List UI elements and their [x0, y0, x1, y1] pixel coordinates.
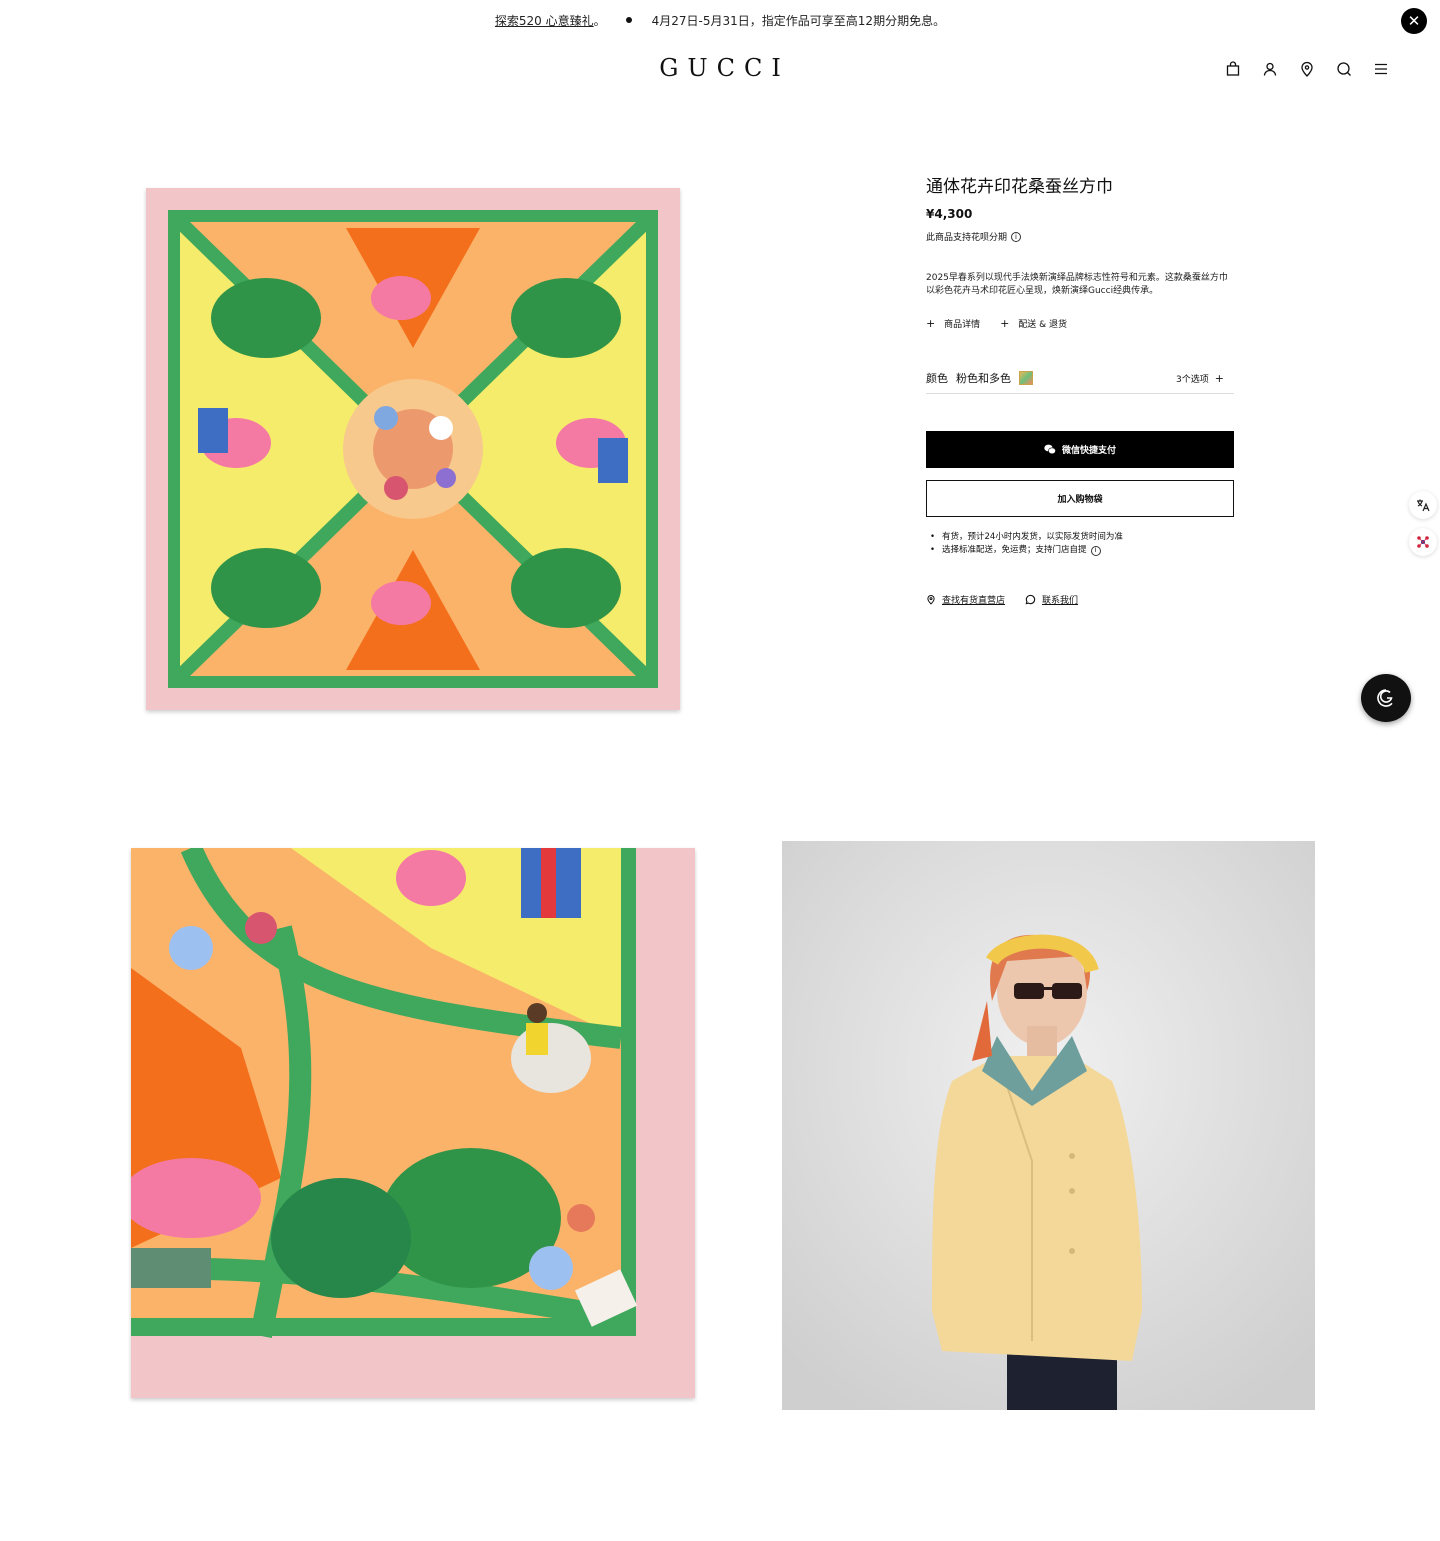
plus-icon: + — [1000, 317, 1010, 330]
promo-separator-dot — [625, 17, 632, 23]
ai-assistant-icon[interactable] — [1409, 528, 1437, 556]
model-illustration — [782, 841, 1315, 1410]
installment-text: 此商品支持花呗分期 — [926, 233, 1008, 243]
wechat-pay-button[interactable]: 微信快捷支付 — [926, 431, 1234, 468]
product-title: 通体花卉印花桑蚕丝方巾 — [926, 177, 1113, 197]
find-store-label: 查找有货直营店 — [942, 596, 1006, 606]
promo-message: 4月27日-5月31日，指定作品可享至高12期分期免息。 — [651, 13, 946, 28]
product-description: 2025早春系列以现代手法焕新演绎品牌标志性符号和元素。这款桑蚕丝方巾以彩色花卉… — [926, 273, 1228, 296]
store-links: 查找有货直营店 联系我们 — [926, 593, 1234, 606]
shipping-returns-label: 配送 & 退货 — [1018, 320, 1067, 330]
gucci-chat-icon[interactable] — [1361, 674, 1411, 722]
product-info-panel: 通体花卉印花桑蚕丝方巾 ¥4,300 此商品支持花呗分期 i 2025早春系列以… — [926, 172, 1234, 606]
wechat-icon — [1044, 444, 1056, 455]
header-icons — [1224, 60, 1390, 78]
plus-icon: + — [926, 317, 936, 330]
stock-info: 有货，预计24小时内发货，以实际发货时间为准 选择标准配送，免运费；支持门店自提… — [926, 531, 1234, 557]
shopping-bag-icon[interactable] — [1224, 60, 1242, 78]
product-image-scarf-flat[interactable] — [146, 188, 680, 710]
search-icon[interactable] — [1335, 60, 1353, 78]
location-pin-icon[interactable] — [1298, 60, 1316, 78]
menu-icon[interactable] — [1372, 60, 1390, 78]
product-image-scarf-detail[interactable] — [131, 848, 695, 1398]
site-header: GUCCI — [0, 40, 1440, 98]
color-options-label: 3个选项 — [1176, 374, 1209, 385]
product-details-label: 商品详情 — [944, 320, 981, 330]
scarf-detail-illustration — [131, 848, 695, 1398]
close-icon[interactable]: ✕ — [1401, 8, 1427, 34]
info-icon[interactable]: i — [1090, 545, 1101, 556]
product-price: ¥4,300 — [926, 207, 973, 221]
add-to-cart-label: 加入购物袋 — [1057, 495, 1103, 505]
promo-link[interactable]: 探索520 心意臻礼 — [495, 12, 594, 29]
find-store-link[interactable]: 查找有货直营店 — [926, 593, 1005, 606]
color-value: 粉色和多色 — [956, 372, 1011, 385]
chat-icon — [1025, 594, 1036, 605]
stock-line-shipping: 选择标准配送，免运费；支持门店自提i — [930, 544, 1234, 557]
product-image-model[interactable] — [782, 841, 1315, 1410]
location-pin-icon — [927, 595, 935, 605]
shipping-returns-toggle[interactable]: + 配送 & 退货 — [1000, 317, 1067, 330]
stock-line-availability: 有货，预计24小时内发货，以实际发货时间为准 — [930, 531, 1234, 544]
wechat-pay-label: 微信快捷支付 — [1061, 446, 1116, 456]
stock-availability-text: 有货，预计24小时内发货，以实际发货时间为准 — [942, 532, 1123, 542]
product-details-toggle[interactable]: + 商品详情 — [926, 317, 980, 330]
plus-icon: + — [1214, 371, 1224, 385]
scarf-flat-illustration — [146, 188, 680, 710]
add-to-cart-button[interactable]: 加入购物袋 — [926, 480, 1234, 517]
info-icon[interactable]: i — [1011, 231, 1022, 242]
translate-icon[interactable] — [1409, 491, 1437, 519]
stock-shipping-text: 选择标准配送，免运费；支持门店自提 — [942, 545, 1087, 555]
color-label: 颜色 — [926, 372, 948, 385]
installment-note: 此商品支持花呗分期 i — [926, 230, 1234, 243]
contact-us-label: 联系我们 — [1042, 596, 1079, 606]
account-icon[interactable] — [1261, 60, 1279, 78]
color-swatch — [1019, 371, 1033, 385]
color-options[interactable]: 3个选项 + — [1176, 372, 1224, 385]
promo-link-suffix: 。 — [593, 13, 606, 28]
detail-expanders: + 商品详情 + 配送 & 退货 — [926, 317, 1234, 330]
promo-bar: 探索520 心意臻礼 。 4月27日-5月31日，指定作品可享至高12期分期免息… — [0, 0, 1440, 40]
contact-us-link[interactable]: 联系我们 — [1025, 593, 1078, 606]
color-selector[interactable]: 颜色 粉色和多色 3个选项 + — [926, 370, 1234, 394]
